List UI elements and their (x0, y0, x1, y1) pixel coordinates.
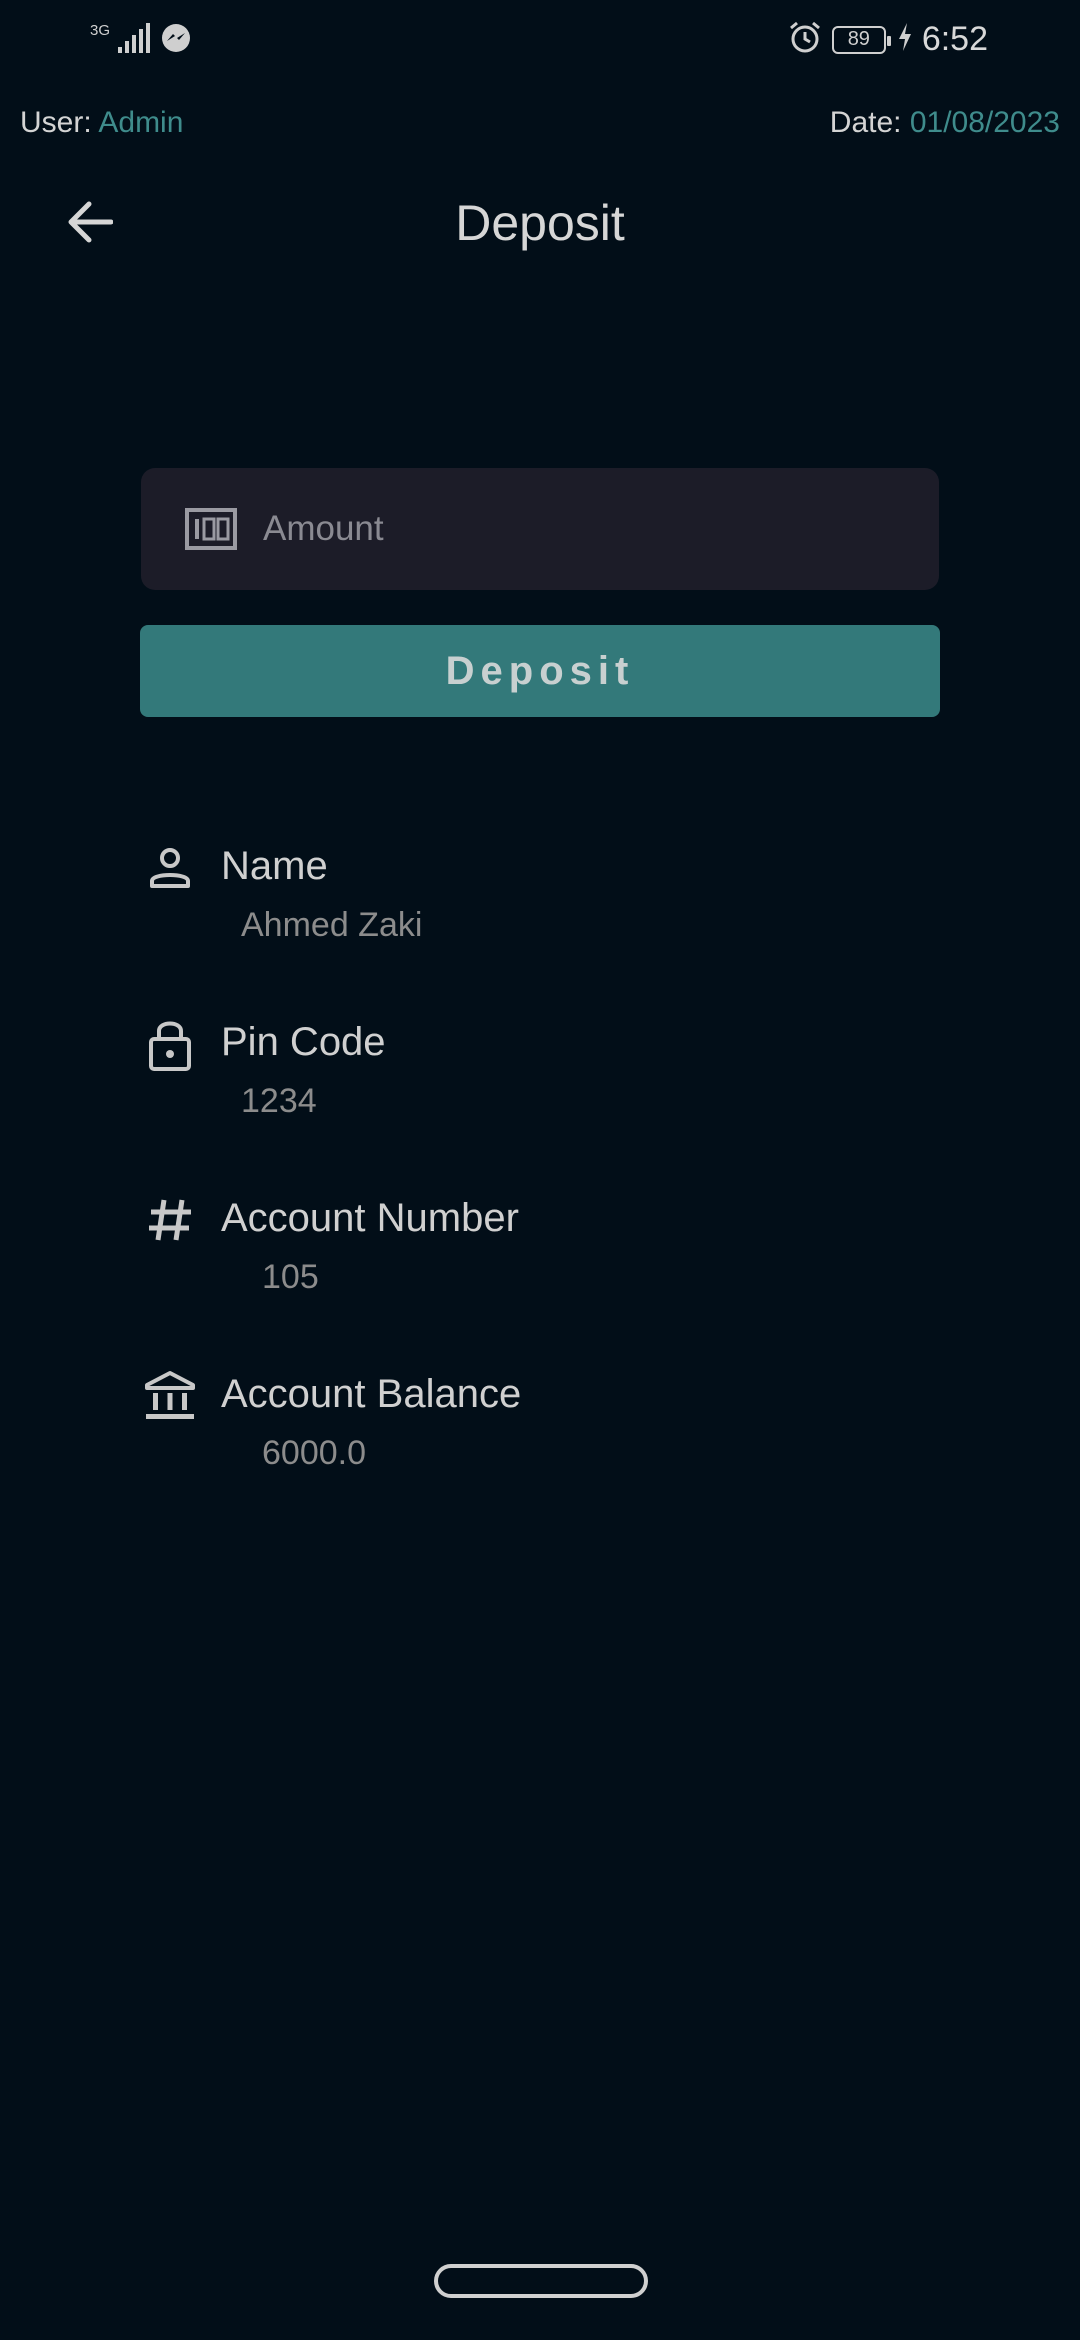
name-value: Ahmed Zaki (241, 906, 423, 944)
status-left: 3G (90, 22, 192, 59)
page-title: Deposit (455, 195, 625, 251)
person-icon (140, 838, 200, 898)
account-number-label: Account Number (221, 1196, 519, 1240)
amount-input[interactable] (263, 468, 903, 590)
status-right: 89 6:52 (788, 20, 988, 59)
date-label: Date: (829, 106, 902, 139)
messenger-icon (160, 22, 192, 59)
clock: 6:52 (921, 20, 988, 58)
lock-icon (140, 1014, 200, 1074)
info-bar: User: Admin Date: 01/08/2023 (0, 106, 1080, 150)
user-value: Admin (98, 106, 184, 139)
deposit-button[interactable]: Deposit (140, 625, 940, 717)
detail-pin-code: Pin Code 1234 (140, 1014, 940, 1164)
detail-account-balance: Account Balance 6000.0 (140, 1366, 940, 1516)
alarm-icon (788, 20, 822, 59)
account-balance-value: 6000.0 (262, 1434, 366, 1472)
hash-icon (140, 1190, 200, 1250)
date-value: 01/08/2023 (909, 106, 1060, 139)
charging-icon (898, 23, 912, 56)
detail-account-number: Account Number 105 (140, 1190, 940, 1340)
pin-code-value: 1234 (241, 1082, 317, 1120)
top-bar: Deposit (0, 180, 1080, 268)
pin-code-label: Pin Code (221, 1020, 386, 1064)
detail-name: Name Ahmed Zaki (140, 838, 940, 988)
account-balance-label: Account Balance (221, 1372, 522, 1416)
bank-icon (140, 1366, 200, 1426)
money-icon (185, 508, 237, 555)
status-bar: 3G 89 6:52 (0, 0, 1080, 86)
user-info: User: Admin (20, 106, 183, 140)
amount-field[interactable] (141, 468, 939, 590)
account-number-value: 105 (262, 1258, 319, 1296)
signal-icon (118, 23, 152, 58)
battery-indicator: 89 (831, 25, 891, 54)
name-label: Name (221, 844, 328, 888)
date-info: Date: 01/08/2023 (830, 106, 1060, 140)
network-type: 3G (90, 22, 111, 39)
user-label: User: (20, 106, 92, 139)
home-indicator[interactable] (434, 2264, 648, 2298)
